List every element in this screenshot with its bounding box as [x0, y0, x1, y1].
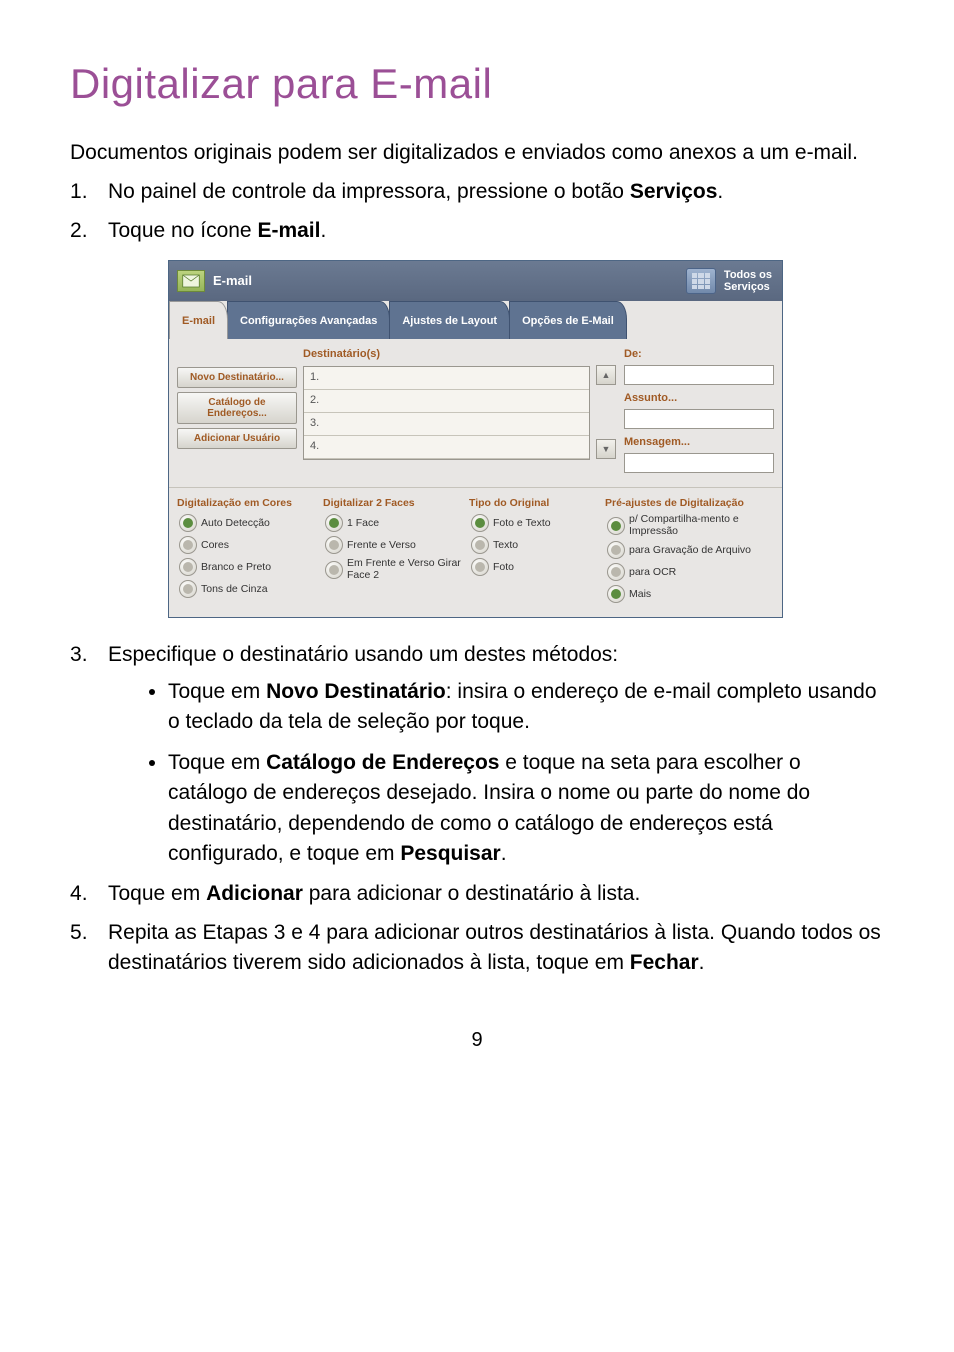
list-item[interactable]: 1.	[304, 367, 589, 390]
radio-icon	[179, 536, 197, 554]
page-number: 9	[70, 1029, 884, 1052]
subject-label: Assunto...	[624, 391, 774, 407]
option-save-file[interactable]: para Gravação de Arquivo	[607, 541, 774, 559]
from-label: De:	[624, 347, 774, 363]
option-bw[interactable]: Branco e Preto	[179, 558, 317, 576]
tab-email[interactable]: E-mail	[169, 301, 228, 339]
tab-advanced[interactable]: Configurações Avançadas	[227, 301, 390, 339]
subject-field[interactable]	[624, 409, 774, 429]
step-bold: Serviços	[630, 180, 718, 203]
all-services-button[interactable]: Todos os Serviços	[686, 268, 772, 294]
step-text: .	[717, 180, 723, 203]
list-item[interactable]: 2.	[304, 390, 589, 413]
address-book-button[interactable]: Catálogo de Endereços...	[177, 392, 297, 424]
page-heading: Digitalizar para E-mail	[70, 60, 884, 108]
radio-icon	[607, 585, 625, 603]
radio-icon	[179, 558, 197, 576]
step-2: Toque no ícone E-mail. E-mail Todos os S	[70, 216, 884, 619]
step-5: Repita as Etapas 3 e 4 para adicionar ou…	[70, 918, 884, 979]
scroll-up-button[interactable]: ▲	[596, 365, 616, 385]
radio-icon	[607, 541, 625, 559]
step-text: .	[320, 219, 326, 242]
all-services-l2: Serviços	[724, 281, 772, 293]
option-text[interactable]: Texto	[471, 536, 599, 554]
tab-bar: E-mail Configurações Avançadas Ajustes d…	[169, 301, 782, 339]
radio-icon	[607, 563, 625, 581]
option-heading-presets: Pré-ajustes de Digitalização	[605, 496, 774, 511]
option-share-print[interactable]: p/ Compartilha-mento e Impressão	[607, 514, 774, 537]
ui-title: E-mail	[213, 272, 252, 291]
radio-icon	[179, 580, 197, 598]
all-services-l1: Todos os	[724, 269, 772, 281]
option-photo-text[interactable]: Foto e Texto	[471, 514, 599, 532]
option-more[interactable]: Mais	[607, 585, 774, 603]
option-ocr[interactable]: para OCR	[607, 563, 774, 581]
step-3: Especifique o destinatário usando um des…	[70, 640, 884, 869]
option-2side[interactable]: Frente e Verso	[325, 536, 463, 554]
option-1side[interactable]: 1 Face	[325, 514, 463, 532]
printer-ui-panel: E-mail Todos os Serviços E-mail Configur…	[168, 260, 783, 618]
tab-layout[interactable]: Ajustes de Layout	[389, 301, 510, 339]
recipients-list[interactable]: 1. 2. 3. 4.	[303, 366, 590, 460]
radio-icon	[471, 558, 489, 576]
option-color[interactable]: Cores	[179, 536, 317, 554]
radio-icon	[471, 514, 489, 532]
option-heading-color: Digitalização em Cores	[177, 496, 317, 511]
bullet-item: Toque em Novo Destinatário: insira o end…	[168, 677, 884, 738]
step-text: No painel de controle da impressora, pre…	[108, 180, 630, 203]
ui-header: E-mail Todos os Serviços	[169, 261, 782, 301]
add-user-button[interactable]: Adicionar Usuário	[177, 428, 297, 449]
list-item[interactable]: 4.	[304, 436, 589, 459]
option-grayscale[interactable]: Tons de Cinza	[179, 580, 317, 598]
radio-icon	[179, 514, 197, 532]
radio-icon	[325, 536, 343, 554]
bullet-item: Toque em Catálogo de Endereços e toque n…	[168, 748, 884, 870]
option-auto-detect[interactable]: Auto Detecção	[179, 514, 317, 532]
grid-icon	[686, 268, 716, 294]
step-1: No painel de controle da impressora, pre…	[70, 177, 884, 207]
step-text: Toque no ícone	[108, 219, 257, 242]
option-photo[interactable]: Foto	[471, 558, 599, 576]
message-label: Mensagem...	[624, 435, 774, 451]
from-field[interactable]	[624, 365, 774, 385]
recipients-header: Destinatário(s)	[303, 347, 590, 363]
step-bold: E-mail	[257, 219, 320, 242]
mail-icon	[177, 270, 205, 292]
step-text: Especifique o destinatário usando um des…	[108, 643, 618, 666]
message-field[interactable]	[624, 453, 774, 473]
option-heading-originaltype: Tipo do Original	[469, 496, 599, 511]
radio-icon	[325, 514, 343, 532]
step-4: Toque em Adicionar para adicionar o dest…	[70, 879, 884, 909]
option-2side-rotate[interactable]: Em Frente e Verso Girar Face 2	[325, 558, 463, 581]
list-item[interactable]: 3.	[304, 413, 589, 436]
tab-email-options[interactable]: Opções de E-Mail	[509, 301, 627, 339]
intro-text: Documentos originais podem ser digitaliz…	[70, 138, 884, 167]
scroll-down-button[interactable]: ▼	[596, 439, 616, 459]
radio-icon	[471, 536, 489, 554]
new-recipient-button[interactable]: Novo Destinatário...	[177, 367, 297, 388]
option-heading-2sided: Digitalizar 2 Faces	[323, 496, 463, 511]
radio-icon	[607, 517, 625, 535]
radio-icon	[325, 561, 343, 579]
